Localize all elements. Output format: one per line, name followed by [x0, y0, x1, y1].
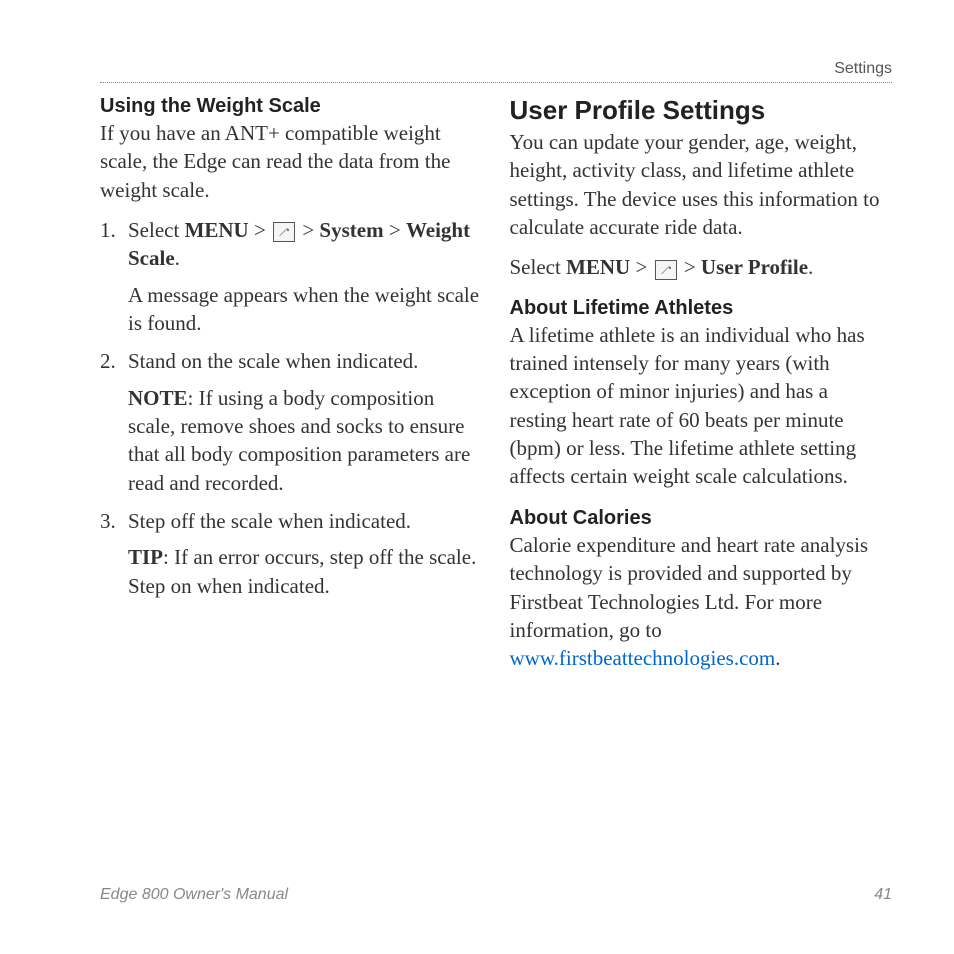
step-3-tip: TIP: If an error occurs, step off the sc…: [128, 543, 480, 600]
step-3: Step off the scale when indicated. TIP: …: [100, 507, 480, 600]
menu-label: MENU: [185, 218, 249, 242]
tip-label: TIP: [128, 545, 163, 569]
left-column: Using the Weight Scale If you have an AN…: [60, 95, 480, 685]
nav-path: Select MENU > > User Profile.: [510, 253, 890, 282]
user-profile-intro: You can update your gender, age, weight,…: [510, 128, 890, 241]
text: Calorie expenditure and heart rate analy…: [510, 533, 869, 642]
lifetime-athletes-block: About Lifetime Athletes A lifetime athle…: [510, 297, 890, 491]
right-column: User Profile Settings You can update you…: [510, 95, 895, 685]
user-profile-label: User Profile: [701, 255, 808, 279]
step-1-note: A message appears when the weight scale …: [128, 281, 480, 338]
page-content: Using the Weight Scale If you have an AN…: [60, 95, 894, 685]
step-1: Select MENU > > System > Weight Scale. A…: [100, 216, 480, 337]
calories-text: Calorie expenditure and heart rate analy…: [510, 531, 890, 673]
header-divider: [100, 82, 892, 83]
manual-title: Edge 800 Owner's Manual: [100, 886, 288, 904]
separator: >: [630, 255, 652, 279]
separator: >: [297, 218, 319, 242]
step-2-text: Stand on the scale when indicated.: [128, 349, 418, 373]
separator: >: [679, 255, 701, 279]
page-number: 41: [874, 886, 892, 904]
firstbeat-link[interactable]: www.firstbeattechnologies.com: [510, 646, 776, 670]
subsection-title-calories: About Calories: [510, 507, 890, 530]
note-label: NOTE: [128, 386, 188, 410]
step-1-text: Select MENU > > System > Weight Scale.: [128, 218, 470, 270]
separator: >: [384, 218, 406, 242]
section-title-user-profile: User Profile Settings: [510, 95, 890, 126]
text: .: [808, 255, 813, 279]
tip-text: : If an error occurs, step off the scale…: [128, 545, 476, 597]
system-label: System: [319, 218, 383, 242]
step-2-note: NOTE: If using a body composition scale,…: [128, 384, 480, 497]
separator: >: [249, 218, 271, 242]
page-header-section: Settings: [834, 60, 892, 78]
text: .: [775, 646, 780, 670]
text: Select: [128, 218, 185, 242]
step-3-text: Step off the scale when indicated.: [128, 509, 411, 533]
subsection-title-weight-scale: Using the Weight Scale: [100, 95, 480, 118]
intro-text: If you have an ANT+ compatible weight sc…: [100, 119, 480, 204]
lifetime-text: A lifetime athlete is an individual who …: [510, 321, 890, 491]
wrench-icon: [655, 260, 677, 280]
wrench-icon: [273, 222, 295, 242]
step-2: Stand on the scale when indicated. NOTE:…: [100, 347, 480, 497]
text: .: [175, 246, 180, 270]
subsection-title-lifetime: About Lifetime Athletes: [510, 297, 890, 320]
steps-list: Select MENU > > System > Weight Scale. A…: [100, 216, 480, 600]
page-footer: Edge 800 Owner's Manual 41: [100, 886, 892, 904]
calories-block: About Calories Calorie expenditure and h…: [510, 507, 890, 673]
menu-label: MENU: [566, 255, 630, 279]
text: Select: [510, 255, 567, 279]
